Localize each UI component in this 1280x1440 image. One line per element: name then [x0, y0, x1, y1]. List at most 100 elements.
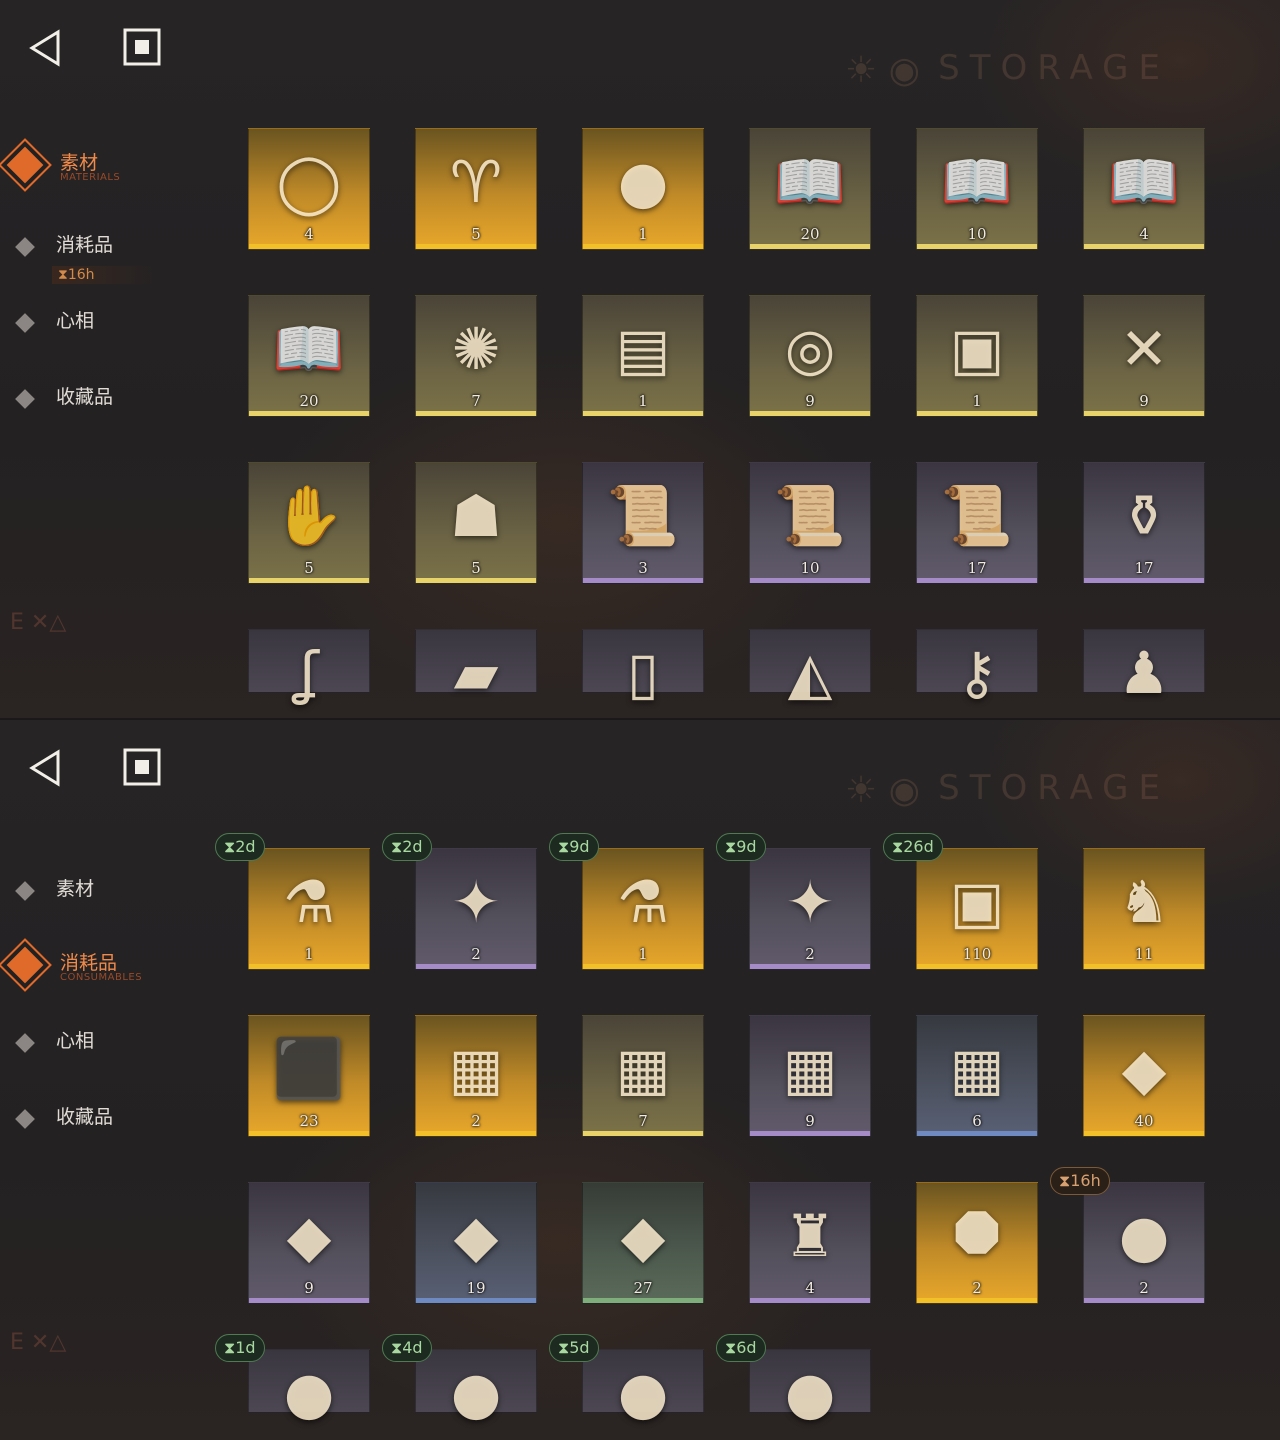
- sidebar-item-psyche[interactable]: 心相: [14, 304, 194, 344]
- item-count: 17: [967, 559, 987, 577]
- item-slot-green-tablet[interactable]: ▤ 1: [582, 295, 704, 417]
- item-count: 6: [972, 1112, 982, 1130]
- item-slot-dark-book[interactable]: ▣ 1: [916, 295, 1038, 417]
- item-count: 20: [299, 392, 319, 410]
- item-count: 19: [466, 1279, 486, 1297]
- item-slot-hook[interactable]: ʆ: [248, 629, 370, 707]
- rarity-bar: [917, 244, 1037, 249]
- item-slot-ring[interactable]: ◯ 4: [248, 128, 370, 250]
- item-count: 1: [638, 945, 648, 963]
- item-slot-castle[interactable]: ♜ 4: [749, 1182, 871, 1304]
- rarity-bar: [416, 244, 536, 249]
- item-slot-book-gold[interactable]: 📖 20: [248, 295, 370, 417]
- item-slot-book-green[interactable]: 📖 10: [916, 128, 1038, 250]
- item-count: 1: [304, 945, 314, 963]
- apple-snake-icon: ●: [617, 147, 669, 216]
- item-slot-scroll-green[interactable]: 📜 3: [582, 462, 704, 584]
- item-count: 5: [471, 225, 481, 243]
- item-slot-amulet[interactable]: ⚱ 17: [1083, 462, 1205, 584]
- diamond-icon: [15, 389, 35, 409]
- item-slot-bird-figurine[interactable]: ♟: [1083, 629, 1205, 707]
- item-slot-red-book[interactable]: ▣ 110 ⧗26d: [883, 833, 1038, 970]
- item-slot-apple-snake[interactable]: ● 1: [582, 128, 704, 250]
- item-slot-frame[interactable]: ▯: [582, 629, 704, 707]
- item-slot-book-red[interactable]: 📖 20: [749, 128, 871, 250]
- item-slot-yellow-ram[interactable]: ♈ 5: [415, 128, 537, 250]
- rarity-bar: [1084, 1131, 1204, 1136]
- item-slot-bullets[interactable]: ✕ 9: [1083, 295, 1205, 417]
- item-slot-parcel-green[interactable]: ◆ 27: [582, 1182, 704, 1304]
- sidebar-item-psyche[interactable]: 心相: [14, 1024, 194, 1064]
- rarity-bar: [1084, 411, 1204, 416]
- back-icon[interactable]: [26, 28, 66, 68]
- decorative-glyphs: E ✕△: [10, 610, 67, 635]
- sidebar-item-label: 素材: [56, 878, 95, 900]
- candy-jar-icon: ⚗: [283, 867, 335, 936]
- item-slot-candies[interactable]: ● 2 ⧗16h: [1050, 1167, 1205, 1304]
- item-slot-crate-blue[interactable]: ▦ 6: [916, 1015, 1038, 1137]
- expiry-timer-badge: ⧗1d: [215, 1334, 265, 1362]
- item-slot-parcel-purple[interactable]: ◆ 9: [248, 1182, 370, 1304]
- stop-icon[interactable]: [122, 747, 162, 787]
- item-slot-lollipops[interactable]: ✦ 2 ⧗2d: [382, 833, 537, 970]
- expiry-timer-badge: ⧗2d: [215, 833, 265, 861]
- bullets-icon: ✕: [1119, 314, 1169, 383]
- sidebar-item-materials[interactable]: 素材: [14, 872, 194, 912]
- item-slot-rabbit-box[interactable]: ♞ 11: [1083, 848, 1205, 970]
- sidebar-item-label: 收藏品: [56, 1106, 114, 1128]
- diamond-icon: [6, 146, 44, 184]
- item-slot-hand-box[interactable]: ✋ 5: [248, 462, 370, 584]
- item-slot-scroll-gold[interactable]: 📜 17: [916, 462, 1038, 584]
- decorative-glyphs: E ✕△: [10, 1330, 67, 1355]
- candy-jar-icon: ⚗: [617, 867, 669, 936]
- item-slot-candies[interactable]: ● ⧗4d: [382, 1334, 537, 1427]
- rarity-bar: [583, 964, 703, 969]
- back-icon[interactable]: [26, 748, 66, 788]
- item-slot-candy-jar[interactable]: ⚗ 1 ⧗9d: [549, 833, 704, 970]
- item-slot-scroll-blue[interactable]: 📜 10: [749, 462, 871, 584]
- item-slot-puzzle-octagon[interactable]: ⯃ 2: [916, 1182, 1038, 1304]
- item-slot-astrolabe[interactable]: ✺ 7: [415, 295, 537, 417]
- item-count: 9: [1139, 392, 1149, 410]
- rarity-bar: [416, 578, 536, 583]
- item-slot-candies[interactable]: ● ⧗5d: [549, 1334, 704, 1427]
- rune-box-icon: ⬛: [272, 1034, 346, 1103]
- rarity-bar: [750, 411, 870, 416]
- item-slot-candies[interactable]: ● ⧗6d: [716, 1334, 871, 1427]
- parcel-gold-icon: ◆: [1121, 1034, 1167, 1103]
- item-slot-parcel-gold[interactable]: ◆ 40: [1083, 1015, 1205, 1137]
- item-slot-stone-tablet[interactable]: ▰: [415, 629, 537, 707]
- item-slot-dragonfly-key[interactable]: ⚷: [916, 629, 1038, 707]
- item-slot-crate-purple[interactable]: ▦ 9: [749, 1015, 871, 1137]
- item-slot-candies[interactable]: ● ⧗1d: [215, 1334, 370, 1427]
- rarity-bar: [917, 578, 1037, 583]
- sun-eye-icon: ☀ ◉: [844, 50, 920, 91]
- item-count: 2: [972, 1279, 982, 1297]
- sidebar-item-materials[interactable]: 素材 MATERIALS: [6, 146, 194, 186]
- rarity-bar: [416, 1131, 536, 1136]
- sidebar-item-collectibles[interactable]: 收藏品: [14, 1100, 194, 1140]
- crate-gold-icon: ▦: [448, 1034, 504, 1103]
- rarity-bar: [583, 578, 703, 583]
- sidebar-item-collectibles[interactable]: 收藏品: [14, 380, 194, 420]
- item-slot-lollipops[interactable]: ✦ 2 ⧗9d: [716, 833, 871, 970]
- stop-icon[interactable]: [122, 27, 162, 67]
- sidebar-item-consumables[interactable]: 消耗品 CONSUMABLES: [6, 946, 194, 986]
- item-slot-metal-coin[interactable]: ◎ 9: [749, 295, 871, 417]
- item-slot-parcel-blue[interactable]: ◆ 19: [415, 1182, 537, 1304]
- item-slot-mask[interactable]: ◭: [749, 629, 871, 707]
- metal-coin-icon: ◎: [784, 314, 836, 383]
- item-slot-crate-olive[interactable]: ▦ 7: [582, 1015, 704, 1137]
- item-slot-crate-gold[interactable]: ▦ 2: [415, 1015, 537, 1137]
- rarity-bar: [583, 244, 703, 249]
- parcel-green-icon: ◆: [620, 1201, 666, 1270]
- sidebar-item-consumables[interactable]: 消耗品: [14, 228, 194, 268]
- item-slot-rune-box[interactable]: ⬛ 23: [248, 1015, 370, 1137]
- item-count: 10: [967, 225, 987, 243]
- item-slot-candy-jar[interactable]: ⚗ 1 ⧗2d: [215, 833, 370, 970]
- crate-olive-icon: ▦: [615, 1034, 671, 1103]
- candies-icon: ●: [784, 1359, 836, 1428]
- item-slot-book-blue[interactable]: 📖 4: [1083, 128, 1205, 250]
- item-slot-ghost[interactable]: ☗ 5: [415, 462, 537, 584]
- book-blue-icon: 📖: [1107, 147, 1181, 216]
